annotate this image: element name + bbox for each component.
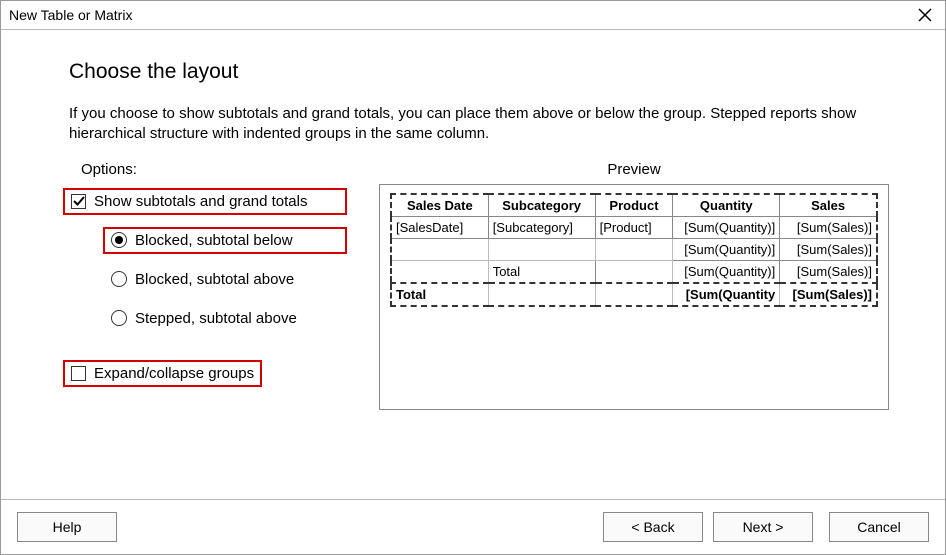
page-description: If you choose to show subtotals and gran… [69, 104, 889, 145]
cell-sales: [Sum(Sales)] [780, 238, 877, 260]
option-expand-collapse[interactable]: Expand/collapse groups [63, 360, 262, 387]
cell-sales: [Sum(Sales)] [780, 283, 877, 306]
label-stepped-above: Stepped, subtotal above [135, 310, 297, 327]
cell-empty [488, 283, 595, 306]
preview-subtotal-row-1: [Sum(Quantity)] [Sum(Sales)] [391, 238, 877, 260]
cell-sales: [Sum(Sales)] [780, 260, 877, 283]
cell-quantity: [Sum(Quantity [673, 283, 780, 306]
content-area: Choose the layout If you choose to show … [1, 30, 945, 420]
header-sales: Sales [780, 194, 877, 217]
cell-empty [595, 283, 673, 306]
back-button[interactable]: < Back [603, 512, 703, 542]
cell-empty [391, 260, 488, 283]
checkbox-expand-collapse[interactable] [71, 366, 86, 381]
radio-stepped-above[interactable] [111, 310, 127, 326]
radio-blocked-above[interactable] [111, 271, 127, 287]
preview-column: Preview Sales Date Subcategory Product Q… [379, 161, 889, 410]
preview-grand-total-row: Total [Sum(Quantity [Sum(Sales)] [391, 283, 877, 306]
preview-table: Sales Date Subcategory Product Quantity … [390, 193, 878, 307]
preview-data-row: [SalesDate] [Subcategory] [Product] [Sum… [391, 216, 877, 238]
cell-quantity: [Sum(Quantity)] [673, 216, 780, 238]
window-title: New Table or Matrix [9, 7, 132, 23]
header-product: Product [595, 194, 673, 217]
option-stepped-above[interactable]: Stepped, subtotal above [103, 305, 347, 332]
cell-salesdate: [SalesDate] [391, 216, 488, 238]
help-button[interactable]: Help [17, 512, 117, 542]
option-blocked-below[interactable]: Blocked, subtotal below [103, 227, 347, 254]
close-button[interactable] [913, 3, 937, 27]
cell-empty [595, 260, 673, 283]
cell-sales: [Sum(Sales)] [780, 216, 877, 238]
header-sales-date: Sales Date [391, 194, 488, 217]
close-icon [918, 8, 932, 22]
header-quantity: Quantity [673, 194, 780, 217]
preview-label: Preview [379, 161, 889, 178]
titlebar: New Table or Matrix [1, 1, 945, 29]
dialog-window: New Table or Matrix Choose the layout If… [0, 0, 946, 555]
cell-product: [Product] [595, 216, 673, 238]
option-show-totals[interactable]: Show subtotals and grand totals [63, 188, 347, 215]
page-heading: Choose the layout [69, 60, 889, 84]
cell-total-label: Total [488, 260, 595, 283]
preview-box: Sales Date Subcategory Product Quantity … [379, 184, 889, 410]
cell-quantity: [Sum(Quantity)] [673, 260, 780, 283]
options-column: Options: Show subtotals and grand totals… [63, 161, 347, 410]
cell-quantity: [Sum(Quantity)] [673, 238, 780, 260]
cancel-button[interactable]: Cancel [829, 512, 929, 542]
label-expand-collapse: Expand/collapse groups [94, 365, 254, 382]
cell-empty [391, 238, 488, 260]
preview-header-row: Sales Date Subcategory Product Quantity … [391, 194, 877, 217]
button-bar: Help < Back Next > Cancel [1, 499, 945, 554]
checkmark-icon [73, 195, 85, 207]
option-blocked-above[interactable]: Blocked, subtotal above [103, 266, 347, 293]
radio-blocked-below[interactable] [111, 232, 127, 248]
cell-grand-total-label: Total [391, 283, 488, 306]
label-blocked-below: Blocked, subtotal below [135, 232, 293, 249]
checkbox-show-totals[interactable] [71, 194, 86, 209]
preview-subtotal-row-2: Total [Sum(Quantity)] [Sum(Sales)] [391, 260, 877, 283]
cell-empty [595, 238, 673, 260]
label-show-totals: Show subtotals and grand totals [94, 193, 307, 210]
cell-subcategory: [Subcategory] [488, 216, 595, 238]
label-blocked-above: Blocked, subtotal above [135, 271, 294, 288]
header-subcategory: Subcategory [488, 194, 595, 217]
next-button[interactable]: Next > [713, 512, 813, 542]
options-label: Options: [81, 161, 347, 178]
cell-empty [488, 238, 595, 260]
